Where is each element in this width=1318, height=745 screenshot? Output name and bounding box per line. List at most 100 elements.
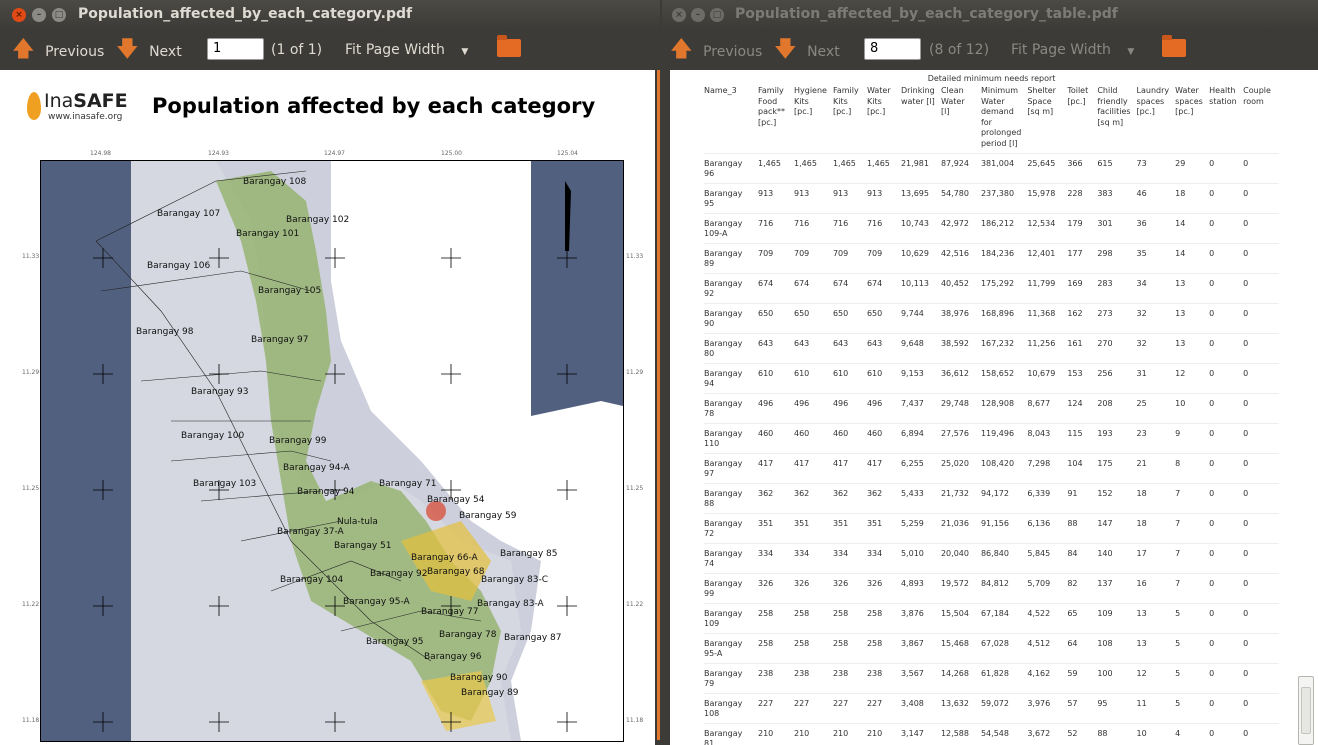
map-label: Barangay 37-A	[277, 527, 344, 537]
table-row: Barangay 95-A 258 258 258 258 3,867 15,468 67,0…	[704, 633, 1280, 664]
table-cell: 0	[1209, 723, 1244, 745]
table-cell: 8,677	[1027, 393, 1068, 424]
close-window-icon[interactable]: ×	[672, 8, 686, 22]
table-cell: 5	[1175, 633, 1210, 664]
table-cell: 258	[794, 633, 833, 664]
page-title: Population affected by each category	[152, 94, 596, 118]
table-cell: 913	[794, 183, 833, 214]
column-header[interactable]: Name_3	[704, 86, 758, 154]
table-cell: 21,981	[900, 153, 941, 184]
column-header[interactable]: Minimum Water demand for prolonged perio…	[981, 86, 1027, 154]
column-header[interactable]: Laundry spaces [pc.]	[1137, 86, 1176, 154]
column-header[interactable]: Drinking water [l]	[901, 86, 941, 154]
table-cell: 128,908	[980, 393, 1028, 424]
map-label: Barangay 94	[297, 487, 355, 497]
column-header[interactable]: Clean Water [l]	[941, 86, 981, 154]
previous-button[interactable]: 🡅 Previous	[670, 39, 762, 61]
maximize-window-icon[interactable]: □	[710, 8, 724, 22]
column-header[interactable]: Toilet [pc.]	[1067, 86, 1097, 154]
table-cell: 650	[832, 303, 867, 334]
table-cell: 13	[1175, 333, 1210, 364]
close-window-icon[interactable]: ×	[12, 8, 26, 22]
column-header[interactable]: Family Food pack** [pc.]	[758, 86, 794, 154]
title-bar[interactable]: × – □ Population_affected_by_each_catego…	[0, 0, 660, 30]
left-scroll-thumb[interactable]	[657, 70, 660, 740]
previous-label: Previous	[45, 44, 105, 60]
table-cell: 0	[1209, 573, 1244, 604]
zoom-select[interactable]: Fit Page Width ▼	[345, 39, 468, 61]
map-coord-side: 11.18	[626, 717, 644, 724]
row-name-cell: Barangay 92	[704, 273, 758, 304]
table-cell: 273	[1097, 303, 1137, 334]
table-cell: 104	[1067, 453, 1098, 484]
table-row: Barangay 99 326 326 326 326 4,893 19,572 84,812…	[704, 573, 1280, 604]
table-cell: 460	[794, 423, 833, 454]
zoom-select[interactable]: Fit Page Width ▼	[1011, 39, 1134, 61]
table-cell: 46	[1136, 183, 1176, 214]
table-cell: 94,172	[980, 483, 1028, 514]
table-cell: 140	[1097, 543, 1137, 574]
vertical-scrollbar[interactable]	[1298, 676, 1314, 745]
table-cell: 88	[1097, 723, 1137, 745]
open-folder-icon[interactable]	[1162, 35, 1186, 57]
table-cell: 0	[1243, 663, 1280, 694]
table-cell: 13	[1136, 603, 1176, 634]
table-cell: 100	[1097, 663, 1137, 694]
table-cell: 258	[832, 603, 867, 634]
title-bar[interactable]: × – □ Population_affected_by_each_catego…	[662, 0, 1318, 30]
column-header[interactable]: Hygiene Kits [pc.]	[794, 86, 833, 154]
scrollbar-thumb[interactable]	[1301, 687, 1311, 734]
table-cell: 650	[866, 303, 901, 334]
table-cell: 91,156	[980, 513, 1028, 544]
table-cell: 3,147	[900, 723, 941, 745]
table-row: Barangay 94 610 610 610 610 9,153 36,612 158,65…	[704, 363, 1280, 394]
table-cell: 6,255	[900, 453, 941, 484]
minimize-window-icon[interactable]: –	[32, 8, 46, 22]
left-scrollbar[interactable]	[655, 70, 660, 745]
column-header[interactable]: Family Kits [pc.]	[833, 86, 867, 154]
column-header[interactable]: Water Kits [pc.]	[867, 86, 901, 154]
previous-button[interactable]: 🡅 Previous	[12, 39, 104, 61]
table-cell: 238	[866, 663, 901, 694]
table-cell: 238	[758, 663, 794, 694]
table-cell: 238	[832, 663, 867, 694]
page-number-input[interactable]: 1	[207, 38, 264, 60]
table-cell: 13	[1175, 273, 1210, 304]
column-header[interactable]: Health station	[1209, 86, 1243, 154]
table-cell: 208	[1097, 393, 1137, 424]
table-cell: 9,153	[900, 363, 941, 394]
row-name-cell: Barangay 95-A	[704, 633, 758, 664]
column-header[interactable]: Shelter Space [sq m]	[1027, 86, 1067, 154]
map-label: Barangay 83-A	[477, 599, 544, 609]
table-cell: 615	[1097, 153, 1137, 184]
open-folder-icon[interactable]	[497, 35, 521, 57]
table-cell: 73	[1136, 153, 1176, 184]
map-label: Barangay 92	[370, 569, 428, 579]
table-cell: 8,043	[1027, 423, 1068, 454]
previous-label: Previous	[703, 44, 763, 60]
table-cell: 362	[758, 483, 794, 514]
table-row: Barangay 95 913 913 913 913 13,695 54,780 237,3…	[704, 183, 1280, 214]
table-cell: 4,893	[900, 573, 941, 604]
logo-url: www.inasafe.org	[48, 112, 123, 122]
minimize-window-icon[interactable]: –	[691, 8, 705, 22]
next-button[interactable]: 🡇 Next	[774, 39, 840, 61]
map-label: Barangay 51	[334, 541, 392, 551]
table-cell: 237,380	[980, 183, 1028, 214]
dropdown-arrow-icon: ▼	[1127, 47, 1135, 57]
map-label: Barangay 93	[191, 387, 249, 397]
column-header[interactable]: Child friendly facilities [sq m]	[1097, 86, 1136, 154]
column-header[interactable]: Couple room	[1243, 86, 1279, 154]
table-cell: 326	[866, 573, 901, 604]
table-cell: 18	[1175, 183, 1210, 214]
table-cell: 7	[1175, 483, 1210, 514]
column-header[interactable]: Water spaces [pc.]	[1175, 86, 1209, 154]
page-number-input[interactable]: 8	[864, 38, 921, 60]
table-cell: 10	[1175, 393, 1210, 424]
table-cell: 674	[794, 273, 833, 304]
table-cell: 32	[1136, 333, 1176, 364]
next-button[interactable]: 🡇 Next	[116, 39, 182, 61]
table-cell: 238	[794, 663, 833, 694]
maximize-window-icon[interactable]: □	[52, 8, 66, 22]
table-row: Barangay 96 1,465 1,465 1,465 1,465 21,981 87,…	[704, 153, 1280, 184]
